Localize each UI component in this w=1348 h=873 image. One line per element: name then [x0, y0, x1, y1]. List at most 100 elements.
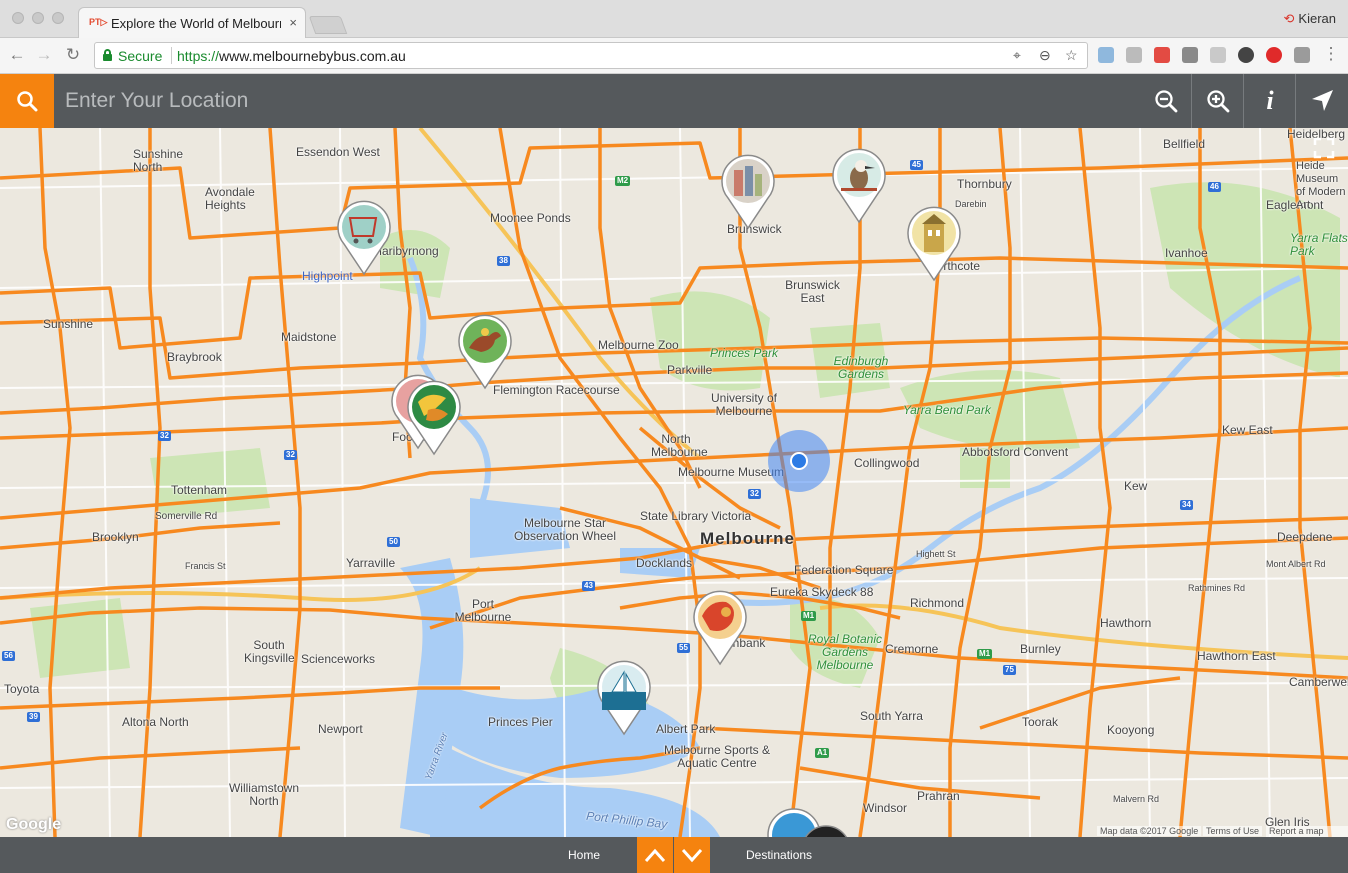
search-button[interactable] [0, 74, 54, 128]
label-somerville-rd: Somerville Rd [155, 511, 218, 522]
route-shield: 56 [2, 651, 15, 661]
app-header: i [0, 74, 1348, 128]
location-input[interactable] [54, 74, 1134, 128]
extension-2-icon[interactable] [1126, 47, 1142, 63]
window-zoom-button[interactable] [52, 12, 64, 24]
route-shield: 32 [748, 489, 761, 499]
label-bellfield: Bellfield [1163, 137, 1206, 151]
label-yarraville: Yarraville [346, 556, 396, 570]
northcote-pin[interactable] [906, 206, 962, 282]
window-close-button[interactable] [12, 12, 24, 24]
zoom-icon[interactable]: ⊖ [1039, 47, 1051, 64]
report-map-error-link[interactable]: Report a map error [1266, 826, 1348, 837]
bookmark-star-icon[interactable]: ☆ [1065, 47, 1078, 64]
route-shield: 38 [497, 256, 510, 266]
label-docklands: Docklands [636, 556, 693, 570]
label-abbotsford-convent: Abbotsford Convent [962, 445, 1069, 459]
opera-icon[interactable] [1266, 47, 1282, 63]
address-separator [171, 47, 172, 64]
extension-4-icon[interactable] [1182, 47, 1198, 63]
browser-title-bar: PT▷ Explore the World of Melbourne × ⟲ Ki… [0, 0, 1348, 38]
gmail-icon[interactable] [1154, 47, 1170, 63]
label-deepdene: Deepdene [1277, 530, 1333, 544]
tab-close-icon[interactable]: × [289, 15, 297, 30]
label-princes-pier: Princes Pier [488, 715, 553, 729]
panel-up-button[interactable] [637, 837, 673, 873]
forward-arrow-icon[interactable]: → [33, 45, 55, 65]
back-arrow-icon[interactable]: ← [6, 45, 28, 65]
label-north-melbourne: North Melbourne [651, 432, 708, 459]
label-toyota: Toyota [4, 682, 40, 696]
url-text[interactable]: https://www.melbournebybus.com.au [177, 48, 406, 64]
fullscreen-icon[interactable] [1312, 136, 1336, 160]
label-prahran: Prahran [917, 789, 960, 803]
address-bar[interactable]: Secure https://www.melbournebybus.com.au… [94, 42, 1088, 69]
label-federation-square: Federation Square [794, 563, 894, 577]
label-ivanhoe: Ivanhoe [1165, 246, 1208, 260]
footscray-market-pin[interactable] [406, 380, 462, 456]
label-melbourne-sports: Melbourne Sports & Aquatic Centre [663, 743, 771, 770]
flemington-horse-pin[interactable] [457, 314, 513, 390]
label-melbourne-star: Melbourne Star Observation Wheel [513, 516, 617, 543]
label-newport: Newport [318, 722, 363, 736]
label-windsor: Windsor [863, 801, 908, 815]
southbank-food-pin[interactable] [692, 590, 748, 666]
extension-6-icon[interactable] [1238, 47, 1254, 63]
highpoint-shopping-pin[interactable] [336, 200, 392, 276]
label-south-kingsville: South Kingsville [244, 638, 295, 665]
freeway-shield: M2 [615, 176, 631, 186]
extension-5-icon[interactable] [1210, 47, 1226, 63]
new-tab-button[interactable] [308, 16, 348, 34]
label-essendon-west: Essendon West [296, 145, 380, 159]
label-royal-botanic-gardens: Royal Botanic Gardens Melbourne [807, 632, 883, 672]
label-parkville: Parkville [667, 363, 713, 377]
label-kew: Kew [1124, 479, 1148, 493]
route-shield: 32 [284, 450, 297, 460]
label-princes-park: Princes Park [710, 346, 779, 360]
profile-icon: ⟲ [1283, 11, 1295, 26]
label-braybrook: Braybrook [167, 350, 222, 364]
info-button[interactable]: i [1243, 74, 1295, 128]
route-shield: 55 [677, 643, 690, 653]
route-shield: 32 [158, 431, 171, 441]
extension-8-icon[interactable] [1294, 47, 1310, 63]
zoom-in-button[interactable] [1191, 74, 1243, 128]
label-port-melbourne: Port Melbourne [454, 597, 512, 624]
kookaburra-pin[interactable] [831, 148, 887, 224]
zoom-out-button[interactable] [1140, 74, 1192, 128]
url-host: www.melbournebybus.com.au [219, 48, 406, 64]
extension-1-icon[interactable] [1098, 47, 1114, 63]
route-shield: 50 [387, 537, 400, 547]
label-camberwell: Camberwell [1289, 675, 1348, 689]
brunswick-pin[interactable] [720, 154, 776, 230]
bottom-partial-pin-2[interactable] [800, 824, 852, 837]
label-burnley: Burnley [1020, 642, 1061, 656]
label-williamstown-north: Williamstown North [228, 781, 299, 808]
profile-button[interactable]: ⟲ Kieran [1284, 11, 1336, 27]
label-cremorne: Cremorne [885, 642, 939, 656]
reload-icon[interactable]: ↻ [62, 45, 84, 65]
destinations-link[interactable]: Destinations [746, 848, 812, 862]
panel-down-button[interactable] [674, 837, 710, 873]
google-logo: Google [6, 816, 62, 833]
window-minimize-button[interactable] [32, 12, 44, 24]
current-location-marker [768, 430, 830, 492]
sailing-pin[interactable] [596, 660, 652, 736]
bus-route-map[interactable]: Essendon West Sunshine North Avondale He… [0, 128, 1348, 837]
location-target-icon[interactable]: ⌖ [1013, 47, 1021, 64]
label-collingwood: Collingwood [854, 456, 920, 470]
route-shield: 75 [1003, 665, 1016, 675]
terms-of-use-link[interactable]: Terms of Use [1203, 826, 1263, 836]
locate-me-button[interactable] [1295, 74, 1348, 128]
label-tottenham: Tottenham [171, 483, 228, 497]
browser-tab[interactable]: PT▷ Explore the World of Melbourne × [78, 7, 306, 38]
label-university-of-melbourne: University of Melbourne [710, 391, 778, 418]
browser-menu-icon[interactable]: ⋮ [1320, 44, 1342, 64]
home-link[interactable]: Home [568, 848, 600, 862]
label-yarra-flats-park: Yarra Flats Park [1290, 231, 1348, 258]
label-melbourne-zoo: Melbourne Zoo [598, 338, 679, 352]
label-scienceworks: Scienceworks [301, 652, 376, 666]
label-moonee-ponds: Moonee Ponds [490, 211, 571, 225]
label-south-yarra: South Yarra [860, 709, 923, 723]
label-sunshine: Sunshine [43, 317, 94, 331]
